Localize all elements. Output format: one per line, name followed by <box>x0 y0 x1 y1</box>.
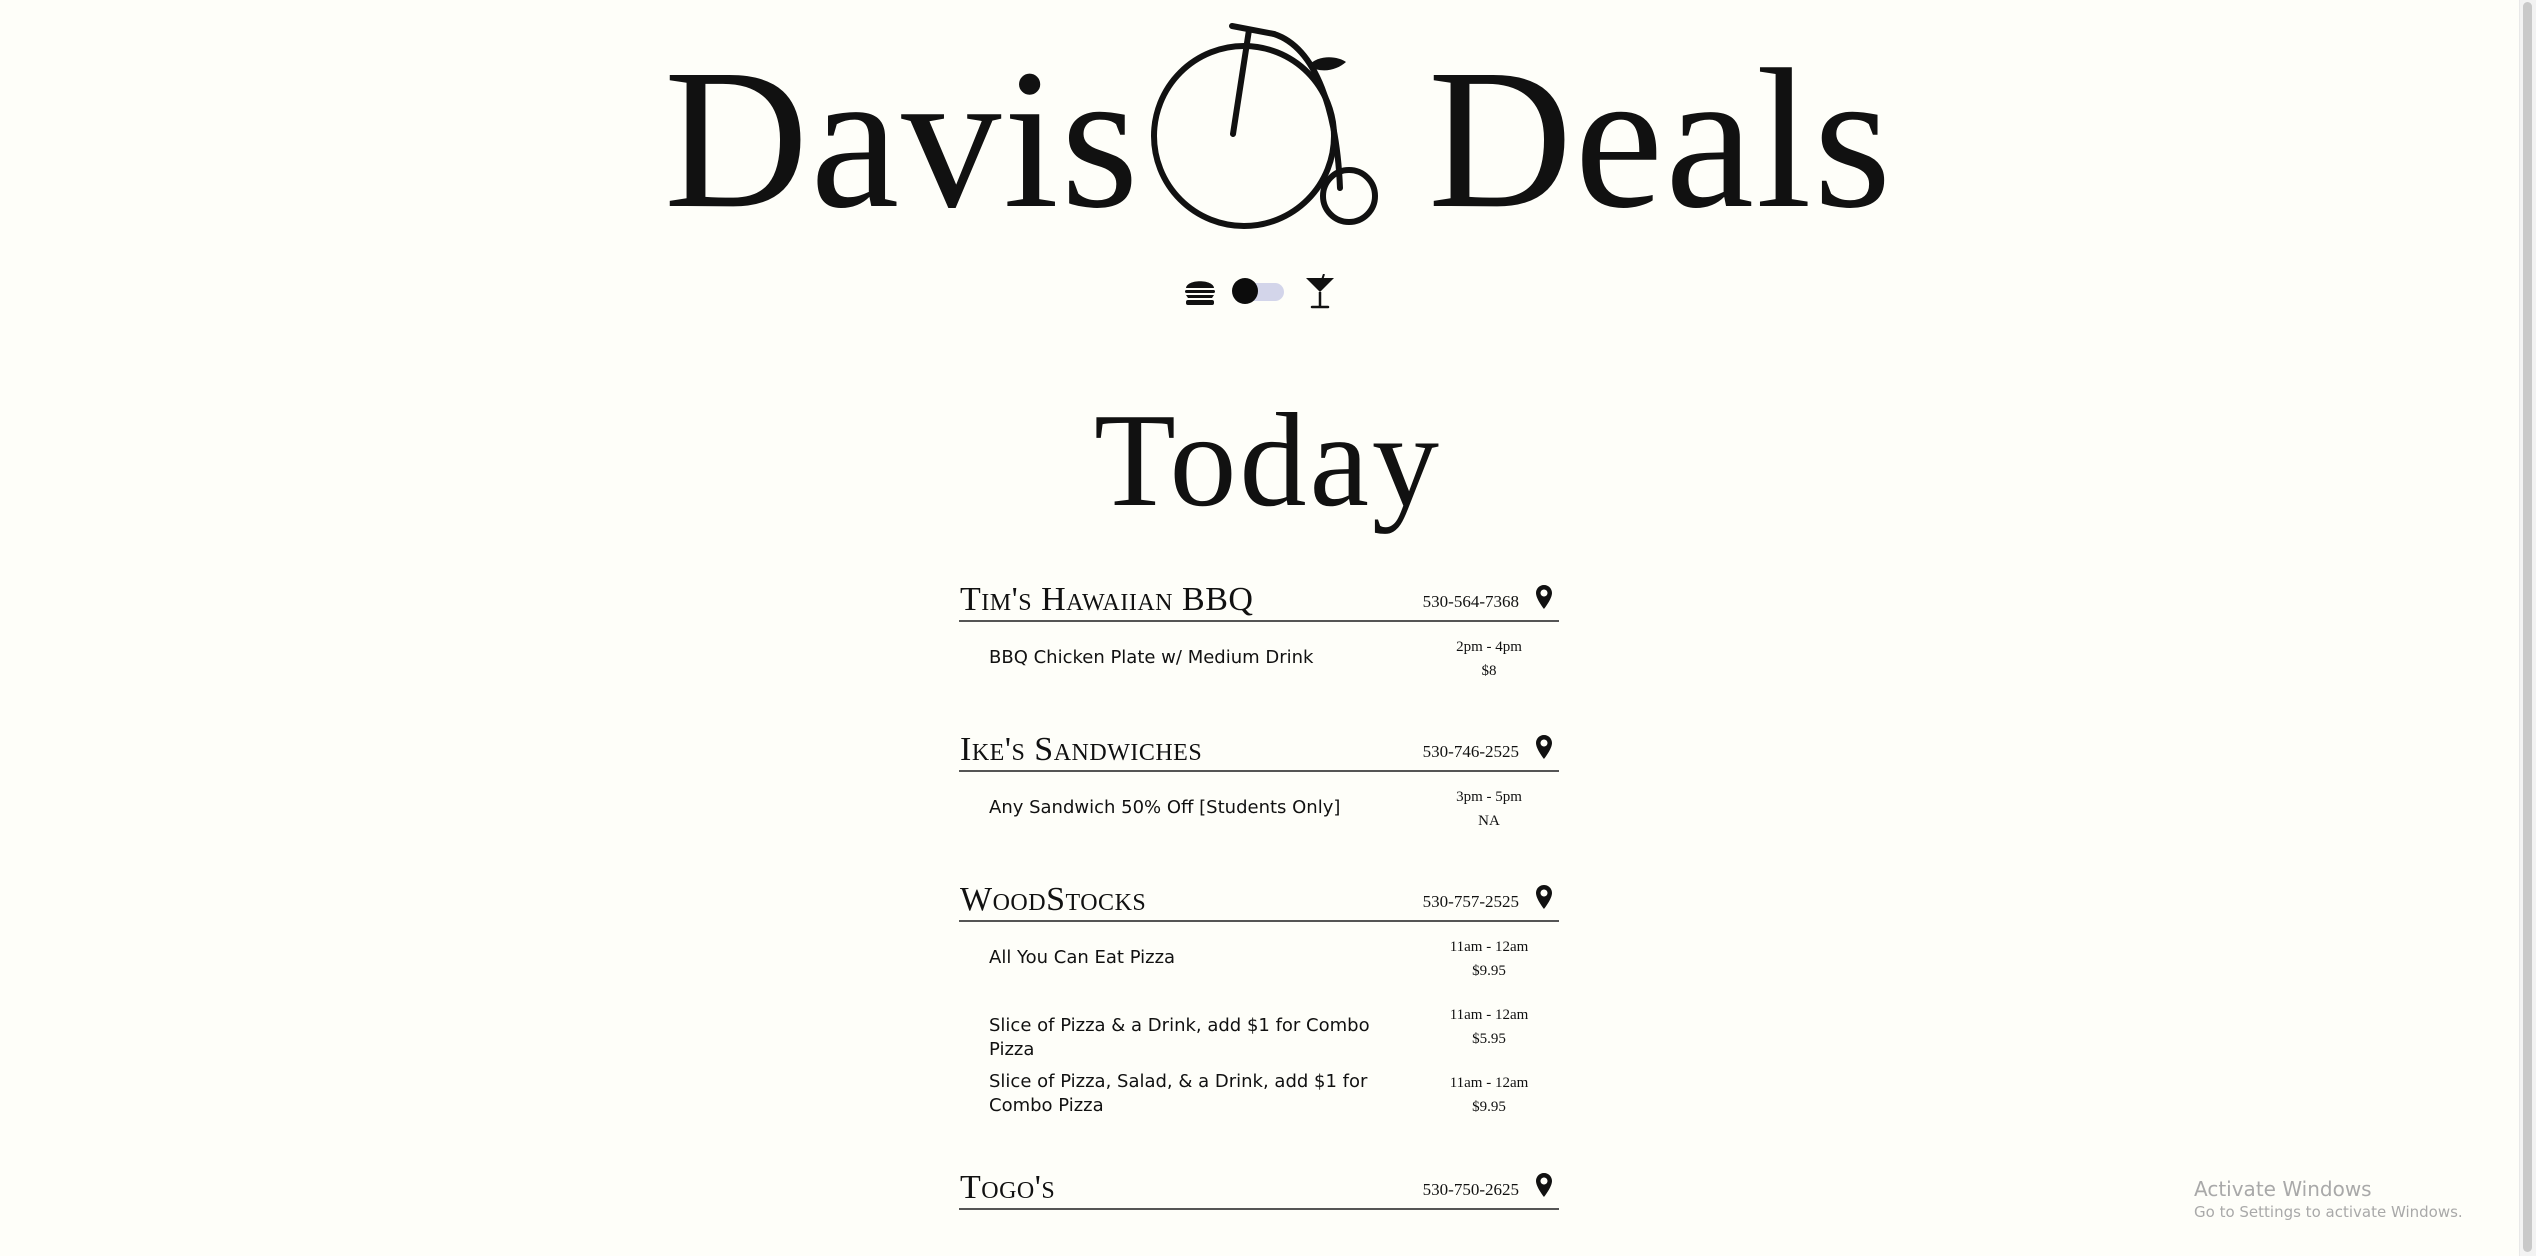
logo-word-right: Deals <box>1428 29 1894 250</box>
map-pin-icon[interactable] <box>1535 734 1553 760</box>
restaurant-header: WoodStocks 530-757-2525 <box>959 878 1559 922</box>
restaurant-name: Ike's Sandwiches <box>960 731 1203 768</box>
deal-item: Slice of Pizza, Salad, & a Drink, add $1… <box>959 1070 1559 1140</box>
deal-time: 11am - 12am <box>1449 939 1529 955</box>
site-header: Davis Deals <box>0 0 2520 260</box>
deal-item: BBQ Chicken Plate w/ Medium Drink 2pm - … <box>959 634 1559 702</box>
deal-description: All You Can Eat Pizza <box>989 947 1176 968</box>
restaurant-phone[interactable]: 530-564-7368 <box>1423 591 1519 613</box>
restaurant-phone[interactable]: 530-750-2625 <box>1423 1179 1519 1201</box>
restaurant-header: Ike's Sandwiches 530-746-2525 <box>959 728 1559 772</box>
toggle-knob <box>1232 278 1258 304</box>
map-pin-icon[interactable] <box>1535 884 1553 910</box>
restaurant-name: Tim's Hawaiian BBQ <box>960 581 1254 618</box>
deal-description: Slice of Pizza, Salad, & a Drink, add $1… <box>989 1071 1368 1116</box>
penny-farthing-bicycle-icon <box>1151 23 1378 229</box>
burger-icon[interactable] <box>1184 276 1216 306</box>
restaurant-card: Tim's Hawaiian BBQ 530-564-7368 BBQ Chic… <box>959 578 1559 702</box>
deal-price: $9.95 <box>1472 963 1506 979</box>
food-drink-toggle-row <box>0 272 2520 312</box>
restaurant-card: Ike's Sandwiches 530-746-2525 Any Sandwi… <box>959 728 1559 852</box>
deal-time: 3pm - 5pm <box>1456 789 1522 805</box>
logo-word-left: Davis <box>664 29 1141 250</box>
deal-time: 11am - 12am <box>1449 1075 1529 1091</box>
restaurant-name: Togo's <box>960 1169 1056 1206</box>
map-pin-icon[interactable] <box>1535 584 1553 610</box>
restaurant-name: WoodStocks <box>960 881 1147 918</box>
restaurant-phone[interactable]: 530-757-2525 <box>1423 891 1519 913</box>
restaurant-phone[interactable]: 530-746-2525 <box>1423 741 1519 763</box>
deal-price: NA <box>1478 813 1500 829</box>
watermark-subtitle: Go to Settings to activate Windows. <box>2194 1203 2463 1221</box>
restaurant-header: Tim's Hawaiian BBQ 530-564-7368 <box>959 578 1559 622</box>
scrollbar-thumb[interactable] <box>2523 2 2532 1252</box>
deal-description: BBQ Chicken Plate w/ Medium Drink <box>989 647 1314 668</box>
deal-list: BBQ Chicken Plate w/ Medium Drink 2pm - … <box>959 622 1559 702</box>
deal-time: 2pm - 4pm <box>1456 639 1522 655</box>
deal-item: Any Sandwich 50% Off [Students Only] 3pm… <box>959 784 1559 852</box>
deal-price: $9.95 <box>1472 1099 1506 1115</box>
deal-price: $5.95 <box>1472 1031 1506 1047</box>
food-drink-toggle-switch[interactable] <box>1232 278 1286 304</box>
deal-list: All You Can Eat Pizza 11am - 12am $9.95 … <box>959 922 1559 1140</box>
page-title: Today <box>1094 386 1442 534</box>
deal-description: Any Sandwich 50% Off [Students Only] <box>989 797 1341 818</box>
deals-list: Tim's Hawaiian BBQ 530-564-7368 BBQ Chic… <box>959 578 1559 1236</box>
martini-icon[interactable] <box>1304 274 1336 310</box>
restaurant-card: Togo's 530-750-2625 <box>959 1166 1559 1210</box>
restaurant-card: WoodStocks 530-757-2525 All You Can Eat … <box>959 878 1559 1140</box>
windows-activation-watermark: Activate Windows Go to Settings to activ… <box>2194 1176 2463 1222</box>
restaurant-header: Togo's 530-750-2625 <box>959 1166 1559 1210</box>
page-scrollbar[interactable] <box>2519 0 2536 1256</box>
deal-time: 11am - 12am <box>1449 1007 1529 1023</box>
deal-item: Slice of Pizza & a Drink, add $1 for Com… <box>959 1002 1559 1070</box>
deal-description: Slice of Pizza & a Drink, add $1 for Com… <box>989 1015 1370 1060</box>
deal-item: All You Can Eat Pizza 11am - 12am $9.95 <box>959 934 1559 1002</box>
deal-list: Any Sandwich 50% Off [Students Only] 3pm… <box>959 772 1559 852</box>
watermark-title: Activate Windows <box>2194 1177 2372 1201</box>
deal-price: $8 <box>1481 663 1497 679</box>
map-pin-icon[interactable] <box>1535 1172 1553 1198</box>
